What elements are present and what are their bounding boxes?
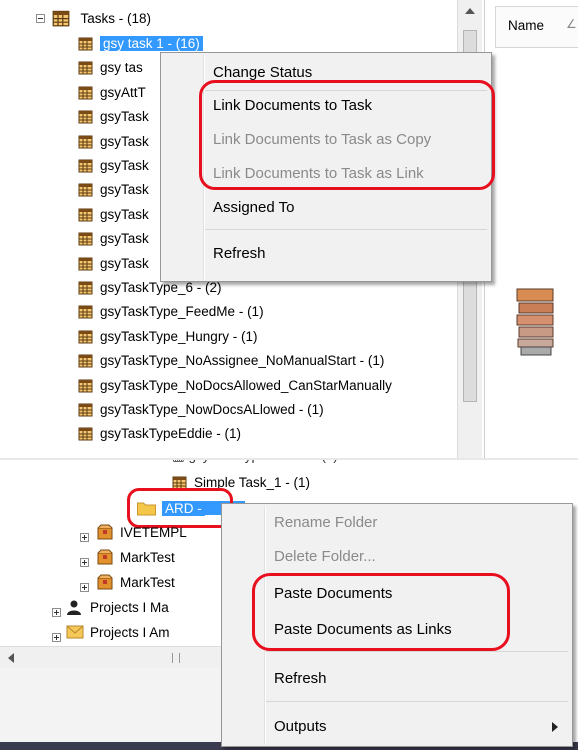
tree-item-label: gsyTaskTypeEddie - (1) — [100, 426, 242, 442]
tree-item-label: gsyTaskType_6 - (2) — [100, 280, 222, 295]
expand-toggle[interactable] — [80, 558, 89, 567]
menu-item-refresh[interactable]: Refresh — [222, 667, 572, 691]
menu-separator — [266, 651, 568, 652]
right-list-panel: Name ∠ — [484, 0, 578, 458]
tree-item-label: gsyTask — [100, 109, 149, 125]
tree-item-label: MarkTest — [120, 575, 175, 590]
menu-item-delete-folder[interactable]: Delete Folder... — [222, 545, 572, 569]
task-calendar-icon — [78, 304, 100, 319]
tree-item-projects-am[interactable]: Projects I Am — [66, 622, 170, 643]
tasks-folder-icon — [52, 10, 81, 27]
task-calendar-icon — [78, 60, 100, 75]
tree-item-label: gsyTask — [100, 255, 149, 271]
tree-item-label: gsyTaskType_FeedMe - (1) — [100, 304, 264, 320]
task-calendar-icon — [78, 280, 100, 295]
task-calendar-icon — [78, 329, 100, 344]
tree-item-label: gsyTaskType_NowDocsALlowed - (1) — [100, 402, 324, 417]
name-column-header[interactable]: Name ∠ — [495, 6, 578, 48]
tree-item-task-type[interactable]: gsyTask — [78, 106, 149, 127]
task-calendar-icon — [78, 36, 100, 51]
tree-item-label: gsyTaskType_NoDocsAllowed_CanStarManuall… — [100, 377, 392, 393]
tree-item-task-type[interactable]: gsyTaskType_NoDocsAllowed_CanStarManuall… — [78, 375, 392, 396]
tree-item-label: MarkTest — [120, 550, 175, 565]
name-column-header-label: Name — [508, 18, 545, 33]
tree-item-task-type[interactable]: gsyTaskType_NoAssignee_NoManualStart - (… — [78, 350, 384, 371]
scroll-grip-icon — [172, 653, 180, 663]
expand-toggle[interactable] — [80, 583, 89, 592]
tree-item-marktest-2[interactable]: MarkTest — [96, 572, 175, 593]
expand-toggle[interactable] — [80, 533, 89, 542]
tree-item-task-type[interactable]: gsyTaskType_FeedMe - (1) — [78, 301, 264, 322]
task-calendar-icon — [78, 158, 100, 173]
package-icon — [96, 524, 120, 540]
task-calendar-icon — [78, 426, 100, 441]
tree-item-label: gsyTask — [100, 182, 149, 198]
annotation-highlight-link-group — [199, 80, 495, 190]
tree-item-label: gsyTaskType_NoAssignee_NoManualStart - (… — [100, 353, 385, 369]
tree-item-projects-manage[interactable]: Projects I Ma — [66, 597, 169, 618]
tree-item-task-type[interactable]: gsyTask — [78, 155, 149, 176]
tree-item-ivetempl[interactable]: IVETEMPL — [96, 522, 187, 543]
tree-item-task-type[interactable]: gsyTask — [78, 204, 149, 225]
envelope-icon — [66, 625, 90, 640]
menu-separator — [266, 701, 568, 702]
menu-item-assigned-to[interactable]: Assigned To — [161, 196, 491, 220]
scroll-up-arrow-icon[interactable] — [465, 8, 475, 14]
tree-item-label: gsy task 1 - (16) — [100, 36, 203, 51]
tree-item-task-type[interactable]: gsy task 1 - (16) — [78, 33, 203, 54]
person-icon — [66, 600, 90, 615]
menu-separator — [205, 229, 487, 230]
tasks-collapse-toggle[interactable] — [36, 14, 45, 23]
task-calendar-icon — [78, 402, 100, 417]
menu-item-outputs-label: Outputs — [274, 718, 327, 735]
tree-item-task-type[interactable]: gsy tas — [78, 57, 143, 78]
clipped-tree-row: ▦ gsyTaskTypeDaddie - (1) — [172, 460, 372, 466]
tree-item-label: IVETEMPL — [120, 525, 187, 540]
expand-toggle[interactable] — [52, 633, 61, 642]
package-icon — [96, 549, 120, 565]
task-calendar-icon — [78, 256, 100, 271]
tree-item-task-type[interactable]: gsyTask — [78, 228, 149, 249]
task-calendar-icon — [78, 231, 100, 246]
package-icon — [96, 574, 120, 590]
document-thumbnail-icon — [515, 287, 555, 359]
task-calendar-icon — [78, 109, 100, 124]
task-calendar-icon — [78, 207, 100, 222]
scroll-left-arrow-icon[interactable] — [8, 653, 14, 663]
tree-item-label: gsyAttT — [100, 84, 146, 100]
tree-item-task-type[interactable]: gsyTask — [78, 253, 149, 274]
task-calendar-icon — [78, 85, 100, 100]
task-calendar-icon — [78, 182, 100, 197]
tree-item-label: Projects I Am — [90, 625, 170, 640]
submenu-arrow-icon — [552, 722, 558, 732]
annotation-highlight-paste-group — [252, 573, 510, 651]
tree-item-label: Projects I Ma — [90, 600, 169, 615]
menu-item-rename-folder[interactable]: Rename Folder — [222, 511, 572, 535]
task-calendar-icon — [78, 134, 100, 149]
tree-item-label: gsyTaskType_Hungry - (1) — [100, 328, 258, 344]
tree-item-marktest-1[interactable]: MarkTest — [96, 547, 175, 568]
tree-item-task-type[interactable]: gsyTaskType_Hungry - (1) — [78, 326, 258, 347]
tree-item-label: gsyTask — [100, 231, 149, 247]
menu-item-refresh[interactable]: Refresh — [161, 242, 491, 266]
tree-item-task-type[interactable]: gsyTaskType_NowDocsALlowed - (1) — [78, 399, 324, 420]
tree-item-label: gsyTask — [100, 133, 149, 149]
sort-icon: ∠ — [566, 17, 577, 31]
tree-item-task-type[interactable]: gsyTaskTypeEddie - (1) — [78, 423, 241, 444]
tree-item-label: gsyTask — [100, 158, 149, 173]
tree-item-task-type[interactable]: gsyTask — [78, 131, 149, 152]
tree-item-label: gsy tas — [100, 60, 143, 76]
tree-root-tasks[interactable]: Tasks - (18) — [52, 8, 151, 29]
tree-item-label: gsyTask — [100, 206, 149, 222]
tree-item-task-type[interactable]: gsyAttT — [78, 82, 146, 103]
tree-root-tasks-label: Tasks - (18) — [80, 11, 152, 26]
tree-item-task-type[interactable]: gsyTask — [78, 179, 149, 200]
task-calendar-icon — [78, 378, 100, 393]
task-calendar-icon — [78, 353, 100, 368]
expand-toggle[interactable] — [52, 608, 61, 617]
menu-item-outputs[interactable]: Outputs — [222, 715, 572, 739]
